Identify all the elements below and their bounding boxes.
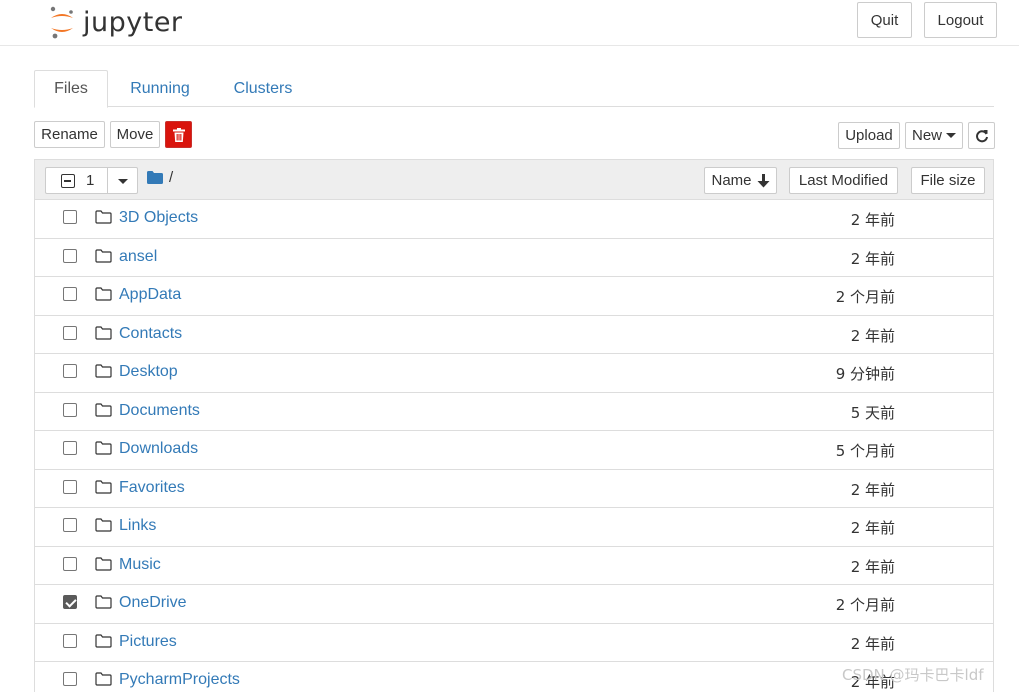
file-name-link[interactable]: PycharmProjects: [119, 671, 240, 689]
file-modified-time: 2 个月前: [835, 596, 895, 614]
header-bar: jupyter Quit Logout: [0, 0, 1019, 46]
file-modified-time: 2 年前: [850, 519, 895, 537]
row-checkbox[interactable]: [63, 556, 77, 571]
row-checkbox[interactable]: [63, 672, 77, 686]
file-row[interactable]: AppData 2 个月前: [35, 277, 993, 316]
file-list: 1 / Name Last Modified File size 3D Obje…: [34, 159, 994, 692]
folder-icon: [95, 364, 112, 383]
file-row[interactable]: ansel 2 年前: [35, 239, 993, 277]
sort-name-label: Name: [711, 172, 752, 189]
folder-icon: [95, 287, 112, 306]
file-row[interactable]: 3D Objects 2 年前: [35, 200, 993, 239]
logout-button[interactable]: Logout: [924, 2, 997, 38]
file-list-header: 1 / Name Last Modified File size: [35, 160, 993, 200]
row-checkbox[interactable]: [63, 633, 77, 648]
folder-icon: [95, 556, 112, 576]
file-name-link[interactable]: ansel: [119, 248, 157, 266]
watermark: CSDN @玛卡巴卡ldf: [842, 666, 984, 684]
folder-icon: [95, 441, 112, 460]
row-checkbox[interactable]: [63, 479, 77, 494]
row-checkbox[interactable]: [63, 248, 77, 263]
refresh-button[interactable]: [968, 122, 995, 149]
select-all-checkbox[interactable]: [61, 174, 75, 188]
file-modified-time: 2 年前: [850, 634, 895, 653]
refresh-icon: [975, 129, 988, 142]
new-dropdown-button[interactable]: New: [905, 122, 963, 149]
sort-file-size-button[interactable]: File size: [911, 167, 985, 194]
row-checkbox[interactable]: [63, 441, 77, 455]
file-row[interactable]: Downloads 5 个月前: [35, 431, 993, 470]
folder-icon: [95, 633, 112, 653]
breadcrumb-path[interactable]: /: [169, 169, 173, 186]
folder-icon: [95, 325, 112, 345]
file-row[interactable]: Music 2 年前: [35, 547, 993, 585]
file-name-link[interactable]: Desktop: [119, 363, 178, 381]
folder-icon[interactable]: [147, 171, 163, 184]
row-checkbox[interactable]: [63, 595, 77, 609]
sort-last-modified-button[interactable]: Last Modified: [789, 167, 898, 194]
folder-icon: [95, 672, 112, 691]
file-modified-time: 2 年前: [850, 211, 895, 229]
move-button[interactable]: Move: [110, 121, 160, 148]
file-row[interactable]: Pictures 2 年前: [35, 624, 993, 662]
file-row[interactable]: Favorites 2 年前: [35, 470, 993, 508]
caret-down-icon: [946, 133, 956, 138]
file-name-link[interactable]: Music: [119, 556, 161, 574]
file-modified-time: 2 个月前: [835, 288, 895, 306]
sort-name-button[interactable]: Name: [704, 167, 777, 194]
row-checkbox[interactable]: [63, 364, 77, 378]
folder-icon: [95, 210, 112, 229]
file-name-link[interactable]: OneDrive: [119, 594, 187, 612]
logo-text: jupyter: [83, 6, 183, 38]
file-row[interactable]: Contacts 2 年前: [35, 316, 993, 354]
rename-button[interactable]: Rename: [34, 121, 105, 148]
row-checkbox[interactable]: [63, 210, 77, 224]
upload-button[interactable]: Upload: [838, 122, 900, 149]
new-label: New: [911, 127, 942, 144]
tab-bar: Files Running Clusters: [34, 70, 994, 108]
file-name-link[interactable]: Contacts: [119, 325, 182, 343]
file-name-link[interactable]: Favorites: [119, 479, 185, 497]
file-row[interactable]: Documents 5 天前: [35, 393, 993, 431]
tab-running[interactable]: Running: [120, 70, 200, 107]
row-checkbox[interactable]: [63, 518, 77, 532]
folder-icon: [95, 248, 112, 268]
delete-button[interactable]: [165, 121, 192, 148]
folder-icon: [95, 518, 112, 537]
row-checkbox[interactable]: [63, 402, 77, 417]
quit-button[interactable]: Quit: [857, 2, 912, 38]
file-modified-time: 9 分钟前: [835, 365, 895, 383]
file-modified-time: 2 年前: [850, 249, 895, 268]
folder-icon: [95, 479, 112, 499]
file-name-link[interactable]: Documents: [119, 402, 200, 420]
file-row[interactable]: OneDrive 2 个月前: [35, 585, 993, 624]
row-checkbox[interactable]: [63, 287, 77, 301]
selected-count: 1: [86, 172, 95, 189]
file-name-link[interactable]: AppData: [119, 286, 181, 304]
file-modified-time: 5 个月前: [835, 442, 895, 460]
file-modified-time: 2 年前: [850, 480, 895, 499]
folder-icon: [95, 595, 112, 614]
file-name-link[interactable]: Pictures: [119, 633, 177, 651]
trash-icon: [172, 127, 185, 142]
folder-icon: [95, 402, 112, 422]
chevron-down-icon[interactable]: [118, 179, 128, 184]
jupyter-logo-icon: [50, 6, 73, 39]
file-modified-time: 5 天前: [850, 403, 895, 422]
jupyter-logo[interactable]: jupyter: [47, 4, 183, 40]
file-row[interactable]: Links 2 年前: [35, 508, 993, 547]
row-checkbox[interactable]: [63, 325, 77, 340]
tab-clusters[interactable]: Clusters: [220, 70, 306, 107]
file-name-link[interactable]: Downloads: [119, 440, 198, 458]
arrow-down-icon: [757, 173, 769, 187]
file-name-link[interactable]: 3D Objects: [119, 209, 198, 227]
divider: [107, 168, 108, 193]
select-all-dropdown[interactable]: 1: [45, 167, 138, 194]
breadcrumb: /: [147, 169, 173, 186]
file-row[interactable]: Desktop 9 分钟前: [35, 354, 993, 393]
file-modified-time: 2 年前: [850, 326, 895, 345]
file-name-link[interactable]: Links: [119, 517, 156, 535]
tab-files[interactable]: Files: [34, 70, 108, 108]
file-modified-time: 2 年前: [850, 557, 895, 576]
